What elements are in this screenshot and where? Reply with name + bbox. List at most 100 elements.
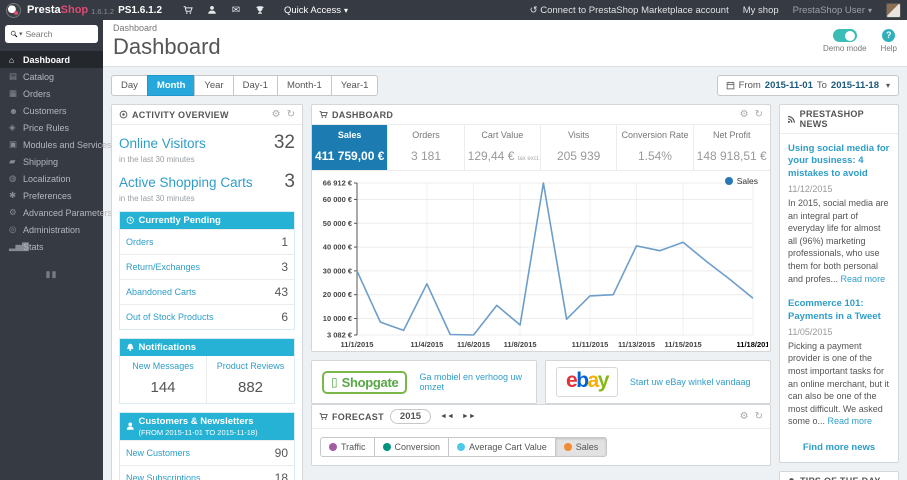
filter-day-1-button[interactable]: Day-1 [232,75,278,96]
sidebar-collapse-button[interactable]: ▮▮ [0,269,103,280]
sidebar-item-catalog[interactable]: ▤ Catalog [0,68,103,85]
refresh-icon[interactable]: ↻ [287,109,295,120]
sidebar-item-localization[interactable]: ◍ Localization [0,170,103,187]
forecast-prev-button[interactable]: ◄◄ [437,411,457,422]
pending-orders-link[interactable]: Orders [126,237,281,247]
svg-text:11/11/2015: 11/11/2015 [572,340,609,349]
sidebar-item-customers[interactable]: ☻ Customers [0,102,103,119]
phone-icon: ▯ [331,375,338,389]
shopgate-link[interactable]: Ga mobiel en verhoog uw omzet [419,372,526,392]
customers-icon: ☻ [9,105,18,116]
help-icon[interactable]: ? [882,29,896,42]
traffic-dot-icon [329,443,337,451]
filter-year-button[interactable]: Year [194,75,234,96]
svg-text:11/15/2015: 11/15/2015 [665,340,702,349]
ebay-promo-card[interactable]: ebay Start uw eBay winkel vandaag [545,360,771,404]
breadcrumb[interactable]: Dashboard [113,23,823,33]
find-more-news-link[interactable]: Find more news [788,442,890,453]
sidebar-item-shipping[interactable]: ▰ Shipping [0,153,103,170]
read-more-link[interactable]: Read more [841,274,886,284]
prestashop-logo[interactable] [6,2,21,18]
demo-mode-control[interactable]: Demo mode [823,29,867,53]
svg-text:50 000 €: 50 000 € [323,219,353,228]
toggle-traffic[interactable]: Traffic [320,437,375,457]
active-carts-link[interactable]: Active Shopping Carts [119,175,284,190]
new-messages-link[interactable]: New Messages [122,361,204,371]
svg-text:11/18/201: 11/18/201 [737,340,768,349]
mail-icon[interactable]: ✉ [224,5,248,16]
filter-month-1-button[interactable]: Month-1 [276,75,332,96]
kpi-visits[interactable]: Visits 205 939 [541,125,618,170]
my-shop-link[interactable]: My shop [743,5,779,16]
customers-quick-icon[interactable] [200,5,224,16]
kpi-net-profit[interactable]: Net Profit148 918,51 € tax excl. [694,125,770,170]
online-visitors-link[interactable]: Online Visitors [119,136,274,151]
shipping-icon: ▰ [9,156,16,166]
shopgate-promo-card[interactable]: ▯ Shopgate Ga mobiel en verhoog uw omzet [311,360,537,404]
avatar[interactable] [886,2,901,18]
svg-text:60 000 €: 60 000 € [323,195,353,204]
table-row: New Customers 90 [120,440,294,466]
kpi-sales[interactable]: Sales411 759,00 € tax excl. [312,125,389,170]
kpi-row: Sales411 759,00 € tax excl. Orders3 181 … [312,125,770,171]
avg-cart-value-dot-icon [457,443,466,451]
new-messages-cell: New Messages 144 [120,356,207,403]
sidebar-item-preferences[interactable]: ✱ Preferences [0,187,103,204]
date-filter-bar: Day Month Year Day-1 Month-1 Year-1 From… [111,75,899,96]
kpi-cart-value[interactable]: Cart Value 129,44 € tax excl. [465,125,541,170]
quick-access-menu[interactable]: Quick Access ▾ [284,5,348,16]
sidebar-item-modules[interactable]: ▣ Modules and Services [0,136,112,153]
sidebar-item-dashboard[interactable]: ⌂ Dashboard [0,51,103,68]
stats-icon: ▂▅▇ [9,241,29,251]
forecast-next-button[interactable]: ►► [459,411,479,422]
dashboard-panel: DASHBOARD ⚙↻ Sales411 759,00 € tax excl.… [311,104,771,352]
cart-icon[interactable] [176,5,200,16]
chevron-down-icon: ▾ [867,5,872,15]
help-control[interactable]: ? Help [881,29,897,53]
filter-day-button[interactable]: Day [111,75,148,96]
kpi-orders[interactable]: Orders 3 181 [388,125,465,170]
product-reviews-link[interactable]: Product Reviews [209,361,292,371]
sidebar-search[interactable]: ▾ [5,25,98,43]
filter-year-1-button[interactable]: Year-1 [330,75,379,96]
sidebar-item-advanced-parameters[interactable]: ⚙ Advanced Parameters [0,204,112,221]
dashboard-icon: ⌂ [9,54,15,65]
read-more-link[interactable]: Read more [828,416,873,426]
abandoned-carts-link[interactable]: Abandoned Carts [126,287,275,297]
trophy-icon[interactable] [248,5,272,16]
sidebar-item-stats[interactable]: ▂▅▇ Stats [0,238,103,255]
toggle-average-cart-value[interactable]: Average Cart Value [448,437,556,457]
toggle-sales[interactable]: Sales [554,437,608,457]
toggle-conversion[interactable]: Conversion [373,437,450,457]
chart-legend[interactable]: Sales [724,176,758,186]
demo-mode-toggle[interactable] [832,29,857,42]
gear-icon[interactable]: ⚙ [740,109,749,120]
price-rules-icon: ◈ [9,122,16,132]
sidebar-item-price-rules[interactable]: ◈ Price Rules [0,119,103,136]
gear-icon[interactable]: ⚙ [272,109,281,120]
new-subscriptions-link[interactable]: New Subscriptions [126,473,275,480]
out-of-stock-link[interactable]: Out of Stock Products [126,312,281,322]
forecast-panel: FORECAST 2015 ◄◄ ►► ⚙ ↻ Traffic Conversi… [311,404,771,466]
active-carts-value: 3 [284,171,295,192]
sidebar-item-administration[interactable]: ◎ Administration [0,221,103,238]
user-menu[interactable]: PrestaShop User ▾ [793,5,872,16]
search-input[interactable] [25,29,84,39]
pending-returns-link[interactable]: Return/Exchanges [126,262,281,272]
news-article-title-link[interactable]: Ecommerce 101: Payments in a Tweet [788,298,890,323]
gear-icon[interactable]: ⚙ [740,411,749,422]
refresh-icon[interactable]: ↻ [755,109,763,120]
date-range-picker[interactable]: From 2015-11-01 To 2015-11-18 ▾ [716,75,899,96]
marketplace-link[interactable]: ↺ Connect to PrestaShop Marketplace acco… [530,5,729,16]
date-to-value: 2015-11-18 [830,80,879,91]
news-article-title-link[interactable]: Using social media for your business: 4 … [788,143,890,180]
date-from-value: 2015-11-01 [764,80,813,91]
refresh-icon[interactable]: ↻ [755,411,763,422]
activity-icon [119,110,128,119]
kpi-conversion-rate[interactable]: Conversion Rate 1.54% [617,125,694,170]
sidebar-item-orders[interactable]: ▦ Orders [0,85,103,102]
clock-icon [126,216,135,225]
ebay-link[interactable]: Start uw eBay winkel vandaag [630,377,751,387]
new-customers-link[interactable]: New Customers [126,448,275,458]
filter-month-button[interactable]: Month [146,75,196,96]
